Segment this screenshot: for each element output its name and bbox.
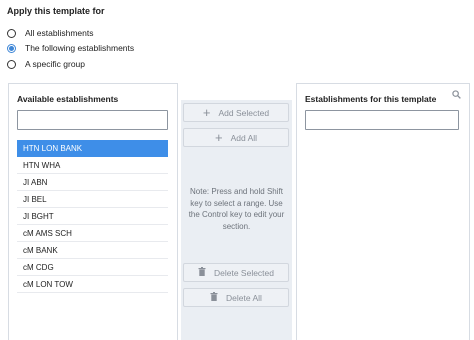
list-item[interactable]: JI ABN — [17, 174, 168, 191]
add-all-button[interactable]: + Add All — [183, 128, 289, 147]
list-item[interactable]: JI BGHT — [17, 208, 168, 225]
list-item[interactable]: cM BANK — [17, 242, 168, 259]
search-icon[interactable] — [452, 90, 461, 101]
delete-all-button[interactable]: Delete All — [183, 288, 289, 307]
list-item[interactable]: cM CDG — [17, 259, 168, 276]
list-item[interactable]: cM AMS SCH — [17, 225, 168, 242]
delete-all-label: Delete All — [226, 292, 262, 303]
radio-following-establishments[interactable]: The following establishments — [7, 42, 134, 54]
transfer-actions-panel: + Add Selected + Add All Note: Press and… — [181, 100, 292, 340]
available-establishments-list[interactable]: HTN LON BANK HTN WHA JI ABN JI BEL JI BG… — [17, 140, 168, 293]
list-item[interactable]: HTN WHA — [17, 157, 168, 174]
radio-all-establishments[interactable]: All establishments — [7, 27, 94, 39]
plus-icon: + — [202, 105, 211, 120]
trash-icon — [198, 267, 206, 278]
delete-selected-button[interactable]: Delete Selected — [183, 263, 289, 282]
trash-icon — [210, 292, 218, 303]
radio-button[interactable] — [7, 28, 16, 38]
add-all-label: Add All — [230, 132, 258, 143]
selection-help-note: Note: Press and hold Shift key to select… — [188, 187, 285, 231]
list-item[interactable]: cM LON TOW — [17, 276, 168, 293]
available-establishments-title: Available establishments — [17, 94, 119, 104]
template-establishments-panel: Establishments for this template — [296, 83, 470, 340]
radio-button-selected[interactable] — [7, 43, 16, 53]
template-establishments-title: Establishments for this template — [305, 94, 437, 104]
list-item[interactable]: JI BEL — [17, 191, 168, 208]
template-establishments-search-input[interactable] — [305, 110, 459, 130]
radio-label: A specific group — [25, 59, 86, 69]
radio-label: All establishments — [25, 28, 94, 38]
add-selected-label: Add Selected — [218, 107, 270, 118]
radio-label: The following establishments — [25, 43, 135, 53]
plus-icon: + — [214, 130, 223, 145]
radio-button[interactable] — [7, 59, 16, 69]
apply-template-heading: Apply this template for — [7, 6, 105, 16]
delete-selected-label: Delete Selected — [213, 267, 274, 278]
list-item[interactable]: HTN LON BANK — [17, 140, 168, 157]
available-establishments-panel: Available establishments HTN LON BANK HT… — [8, 83, 178, 340]
add-selected-button[interactable]: + Add Selected — [183, 103, 289, 122]
available-search-input[interactable] — [17, 110, 168, 130]
radio-specific-group[interactable]: A specific group — [7, 58, 85, 70]
